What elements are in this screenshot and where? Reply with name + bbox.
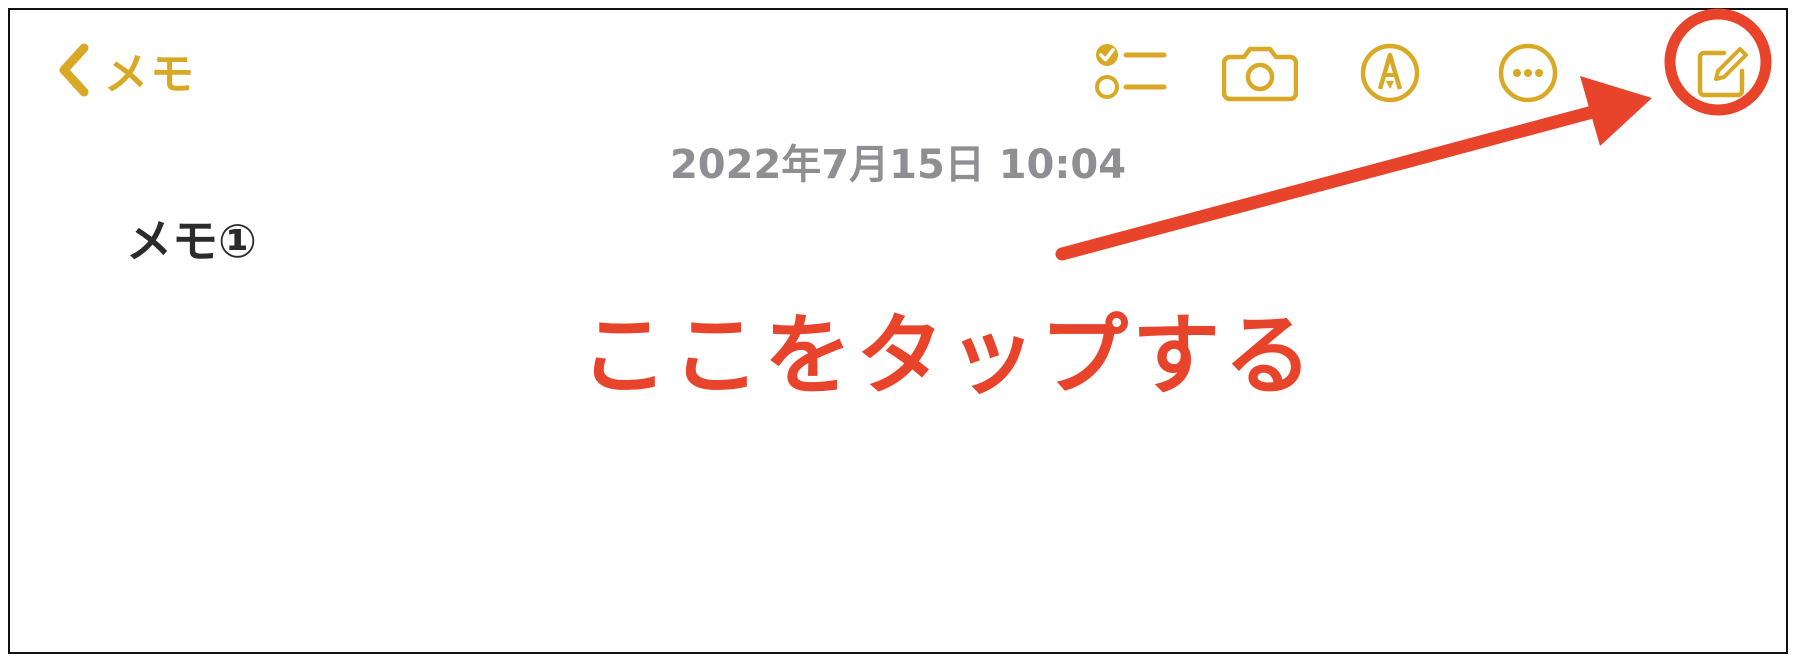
compose-note-icon xyxy=(1690,41,1754,105)
camera-button[interactable] xyxy=(1220,38,1300,108)
more-button[interactable] xyxy=(1488,38,1568,108)
chevron-left-icon xyxy=(56,42,90,98)
navigation-bar: メモ xyxy=(10,10,1786,130)
tap-here-callout: ここをタップする xyxy=(580,304,1317,407)
markup-pen-icon xyxy=(1358,41,1422,105)
markup-button[interactable] xyxy=(1350,38,1430,108)
notes-window: メモ 2022年7月15日 10:04 メモ① ここをタップする xyxy=(8,8,1788,654)
note-date: 2022年7月15日 10:04 xyxy=(669,142,1127,188)
note-title[interactable]: メモ① xyxy=(126,205,257,271)
checklist-button[interactable] xyxy=(1092,38,1172,108)
back-button[interactable]: メモ xyxy=(56,40,196,100)
compose-button[interactable] xyxy=(1682,38,1762,108)
back-label: メモ xyxy=(104,49,196,100)
checklist-icon xyxy=(1094,41,1170,105)
more-ellipsis-icon xyxy=(1496,41,1560,105)
camera-icon xyxy=(1222,43,1298,103)
